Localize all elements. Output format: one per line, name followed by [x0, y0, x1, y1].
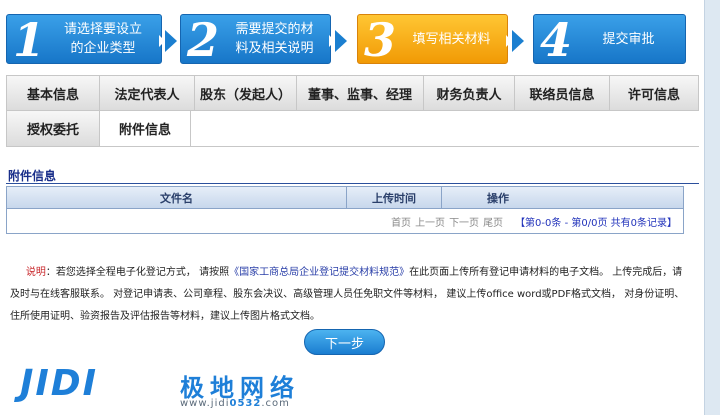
- pager-next-link[interactable]: 下一页: [449, 214, 479, 229]
- step-4: 4 提交审批: [533, 13, 686, 67]
- step-4-number: 4: [540, 13, 573, 67]
- form-tabs: 基本信息 法定代表人 股东（发起人） 董事、监事、经理 财务负责人 联络员信息 …: [6, 75, 699, 147]
- column-header-upload-time[interactable]: 上传时间: [347, 187, 442, 208]
- step-4-label: 提交审批: [602, 32, 655, 47]
- tab-basic-info[interactable]: 基本信息: [6, 75, 99, 111]
- chevron-right-icon: [329, 30, 347, 52]
- column-header-filename[interactable]: 文件名: [7, 187, 347, 208]
- tab-authorization[interactable]: 授权委托: [6, 111, 99, 147]
- step-2-label: 需要提交的材 料及相关说明: [235, 22, 314, 56]
- step-2-number: 2: [187, 13, 220, 67]
- attachment-table: 文件名 上传时间 操作 首页 上一页 下一页 尾页 【第0-0条 - 第0/0页…: [6, 186, 684, 234]
- step-1-label: 请选择要设立 的企业类型: [63, 22, 142, 56]
- tab-directors[interactable]: 董事、监事、经理: [296, 75, 423, 111]
- tab-divider: [6, 146, 699, 147]
- step-1: 1 请选择要设立 的企业类型: [6, 13, 162, 67]
- notice-text-1: ：若您选择全程电子化登记方式， 请按照: [45, 267, 230, 278]
- tab-shareholders[interactable]: 股东（发起人）: [194, 75, 296, 111]
- logo-url-suffix: .com: [261, 398, 290, 409]
- pager-last-link[interactable]: 尾页: [483, 214, 503, 229]
- column-header-action: 操作: [487, 191, 509, 205]
- watermark-logo: JIDI 极地网络 www.jidi0532.com: [20, 362, 360, 414]
- chevron-right-icon: [506, 30, 524, 52]
- logo-url-prefix: www.jidi: [180, 398, 230, 409]
- step-1-number: 1: [13, 13, 46, 67]
- step-3-number: 3: [364, 13, 397, 67]
- table-pager: 首页 上一页 下一页 尾页 【第0-0条 - 第0/0页 共有0条记录】: [7, 209, 683, 233]
- tab-liaison-info[interactable]: 联络员信息: [514, 75, 609, 111]
- regulation-link[interactable]: 《国家工商总局企业登记提交材料规范》: [229, 267, 409, 278]
- next-step-button[interactable]: 下一步: [304, 329, 385, 355]
- tab-finance-officer[interactable]: 财务负责人: [423, 75, 514, 111]
- pager-first-link[interactable]: 首页: [391, 214, 411, 229]
- tab-license-info[interactable]: 许可信息: [609, 75, 699, 111]
- pager-record-info: 【第0-0条 - 第0/0页 共有0条记录】: [515, 217, 677, 229]
- tab-row-1: 基本信息 法定代表人 股东（发起人） 董事、监事、经理 财务负责人 联络员信息 …: [6, 75, 699, 111]
- tab-legal-representative[interactable]: 法定代表人: [99, 75, 194, 111]
- step-bar: 1 请选择要设立 的企业类型 2 需要提交的材 料及相关说明 3 填写相关材料 …: [0, 0, 720, 72]
- logo-mark: JIDI: [20, 363, 99, 404]
- step-2: 2 需要提交的材 料及相关说明: [180, 13, 331, 67]
- upload-notice: 说明：若您选择全程电子化登记方式， 请按照《国家工商总局企业登记提交材料规范》在…: [10, 262, 686, 328]
- step-3-label: 填写相关材料: [412, 32, 491, 47]
- logo-url: www.jidi0532.com: [180, 398, 290, 409]
- notice-label: 说明: [25, 267, 46, 278]
- table-header: 文件名 上传时间 操作: [7, 187, 683, 209]
- scrollbar[interactable]: [704, 0, 720, 415]
- pager-prev-link[interactable]: 上一页: [415, 214, 445, 229]
- section-title: 附件信息: [8, 169, 57, 183]
- chevron-right-icon: [159, 30, 177, 52]
- tab-row-2: 授权委托 附件信息: [6, 111, 191, 147]
- section-divider: [6, 183, 699, 184]
- tab-attachments[interactable]: 附件信息: [99, 111, 191, 147]
- logo-url-number: 0532: [229, 398, 262, 409]
- step-3-active: 3 填写相关材料: [357, 13, 508, 67]
